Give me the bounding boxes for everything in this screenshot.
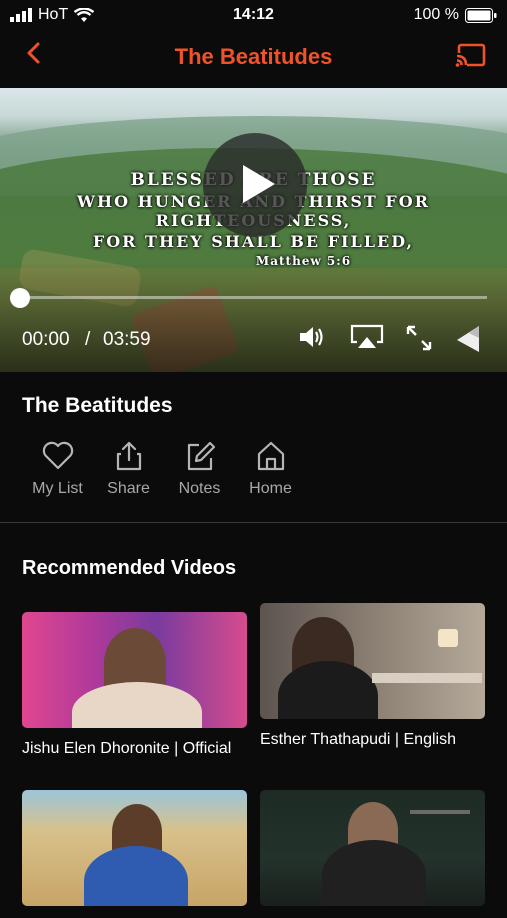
progress-scrubber[interactable] <box>10 288 30 308</box>
video-player[interactable]: BLESSED ARE THOSE WHO HUNGER AND THIRST … <box>0 88 507 372</box>
volume-button[interactable] <box>298 324 326 355</box>
cast-button[interactable] <box>455 42 487 75</box>
current-time: 00:00 <box>22 329 70 350</box>
progress-bar[interactable] <box>20 296 487 299</box>
heart-icon <box>42 441 73 470</box>
video-card-title: Jishu Elen Dhoronite | Official <box>22 740 232 757</box>
video-thumbnail <box>22 612 247 728</box>
video-thumbnail <box>260 790 485 906</box>
airplay-icon <box>350 324 384 348</box>
video-card-title: Esther Thathapudi | English <box>260 731 456 748</box>
duration: 03:59 <box>103 329 151 350</box>
wedge-icon <box>457 326 479 352</box>
action-row: My List Share Notes Home <box>22 440 306 498</box>
play-icon <box>243 165 275 203</box>
recommended-heading: Recommended Videos <box>22 557 237 579</box>
verse-reference: Matthew 5:6 <box>255 254 352 268</box>
play-button[interactable] <box>203 133 307 237</box>
volume-icon <box>300 327 323 347</box>
airplay-button[interactable] <box>350 324 384 355</box>
recommended-video-card[interactable] <box>260 790 485 918</box>
recommended-video-card[interactable] <box>22 790 247 918</box>
fullscreen-button[interactable] <box>405 324 433 357</box>
time-separator: / <box>85 329 91 350</box>
cast-icon <box>455 43 486 67</box>
home-label: Home <box>249 480 292 497</box>
battery-info: 100 % <box>414 6 497 24</box>
recommended-video-card[interactable]: Esther Thathapudi | English <box>260 603 485 749</box>
fullscreen-icon <box>406 325 432 351</box>
edit-icon <box>187 441 215 471</box>
video-thumbnail <box>260 603 485 719</box>
share-label: Share <box>107 480 150 497</box>
notes-label: Notes <box>178 480 221 497</box>
status-bar: HoT 14:12 100 % <box>0 0 507 30</box>
video-thumbnail <box>22 790 247 906</box>
my-list-label: My List <box>32 480 83 497</box>
video-title: The Beatitudes <box>22 394 173 417</box>
page-title: The Beatitudes <box>174 44 333 69</box>
mini-player-button[interactable] <box>455 324 481 359</box>
share-icon <box>116 441 141 471</box>
battery-percent: 100 % <box>413 6 459 23</box>
navigation-bar: The Beatitudes <box>0 30 507 88</box>
home-button[interactable]: Home <box>235 440 306 498</box>
share-button[interactable]: Share <box>93 440 164 498</box>
battery-icon <box>465 7 497 23</box>
my-list-button[interactable]: My List <box>22 440 93 498</box>
section-divider <box>0 522 507 523</box>
home-icon <box>257 441 284 471</box>
recommended-video-card[interactable]: Jishu Elen Dhoronite | Official <box>22 612 247 758</box>
notes-button[interactable]: Notes <box>164 440 235 498</box>
